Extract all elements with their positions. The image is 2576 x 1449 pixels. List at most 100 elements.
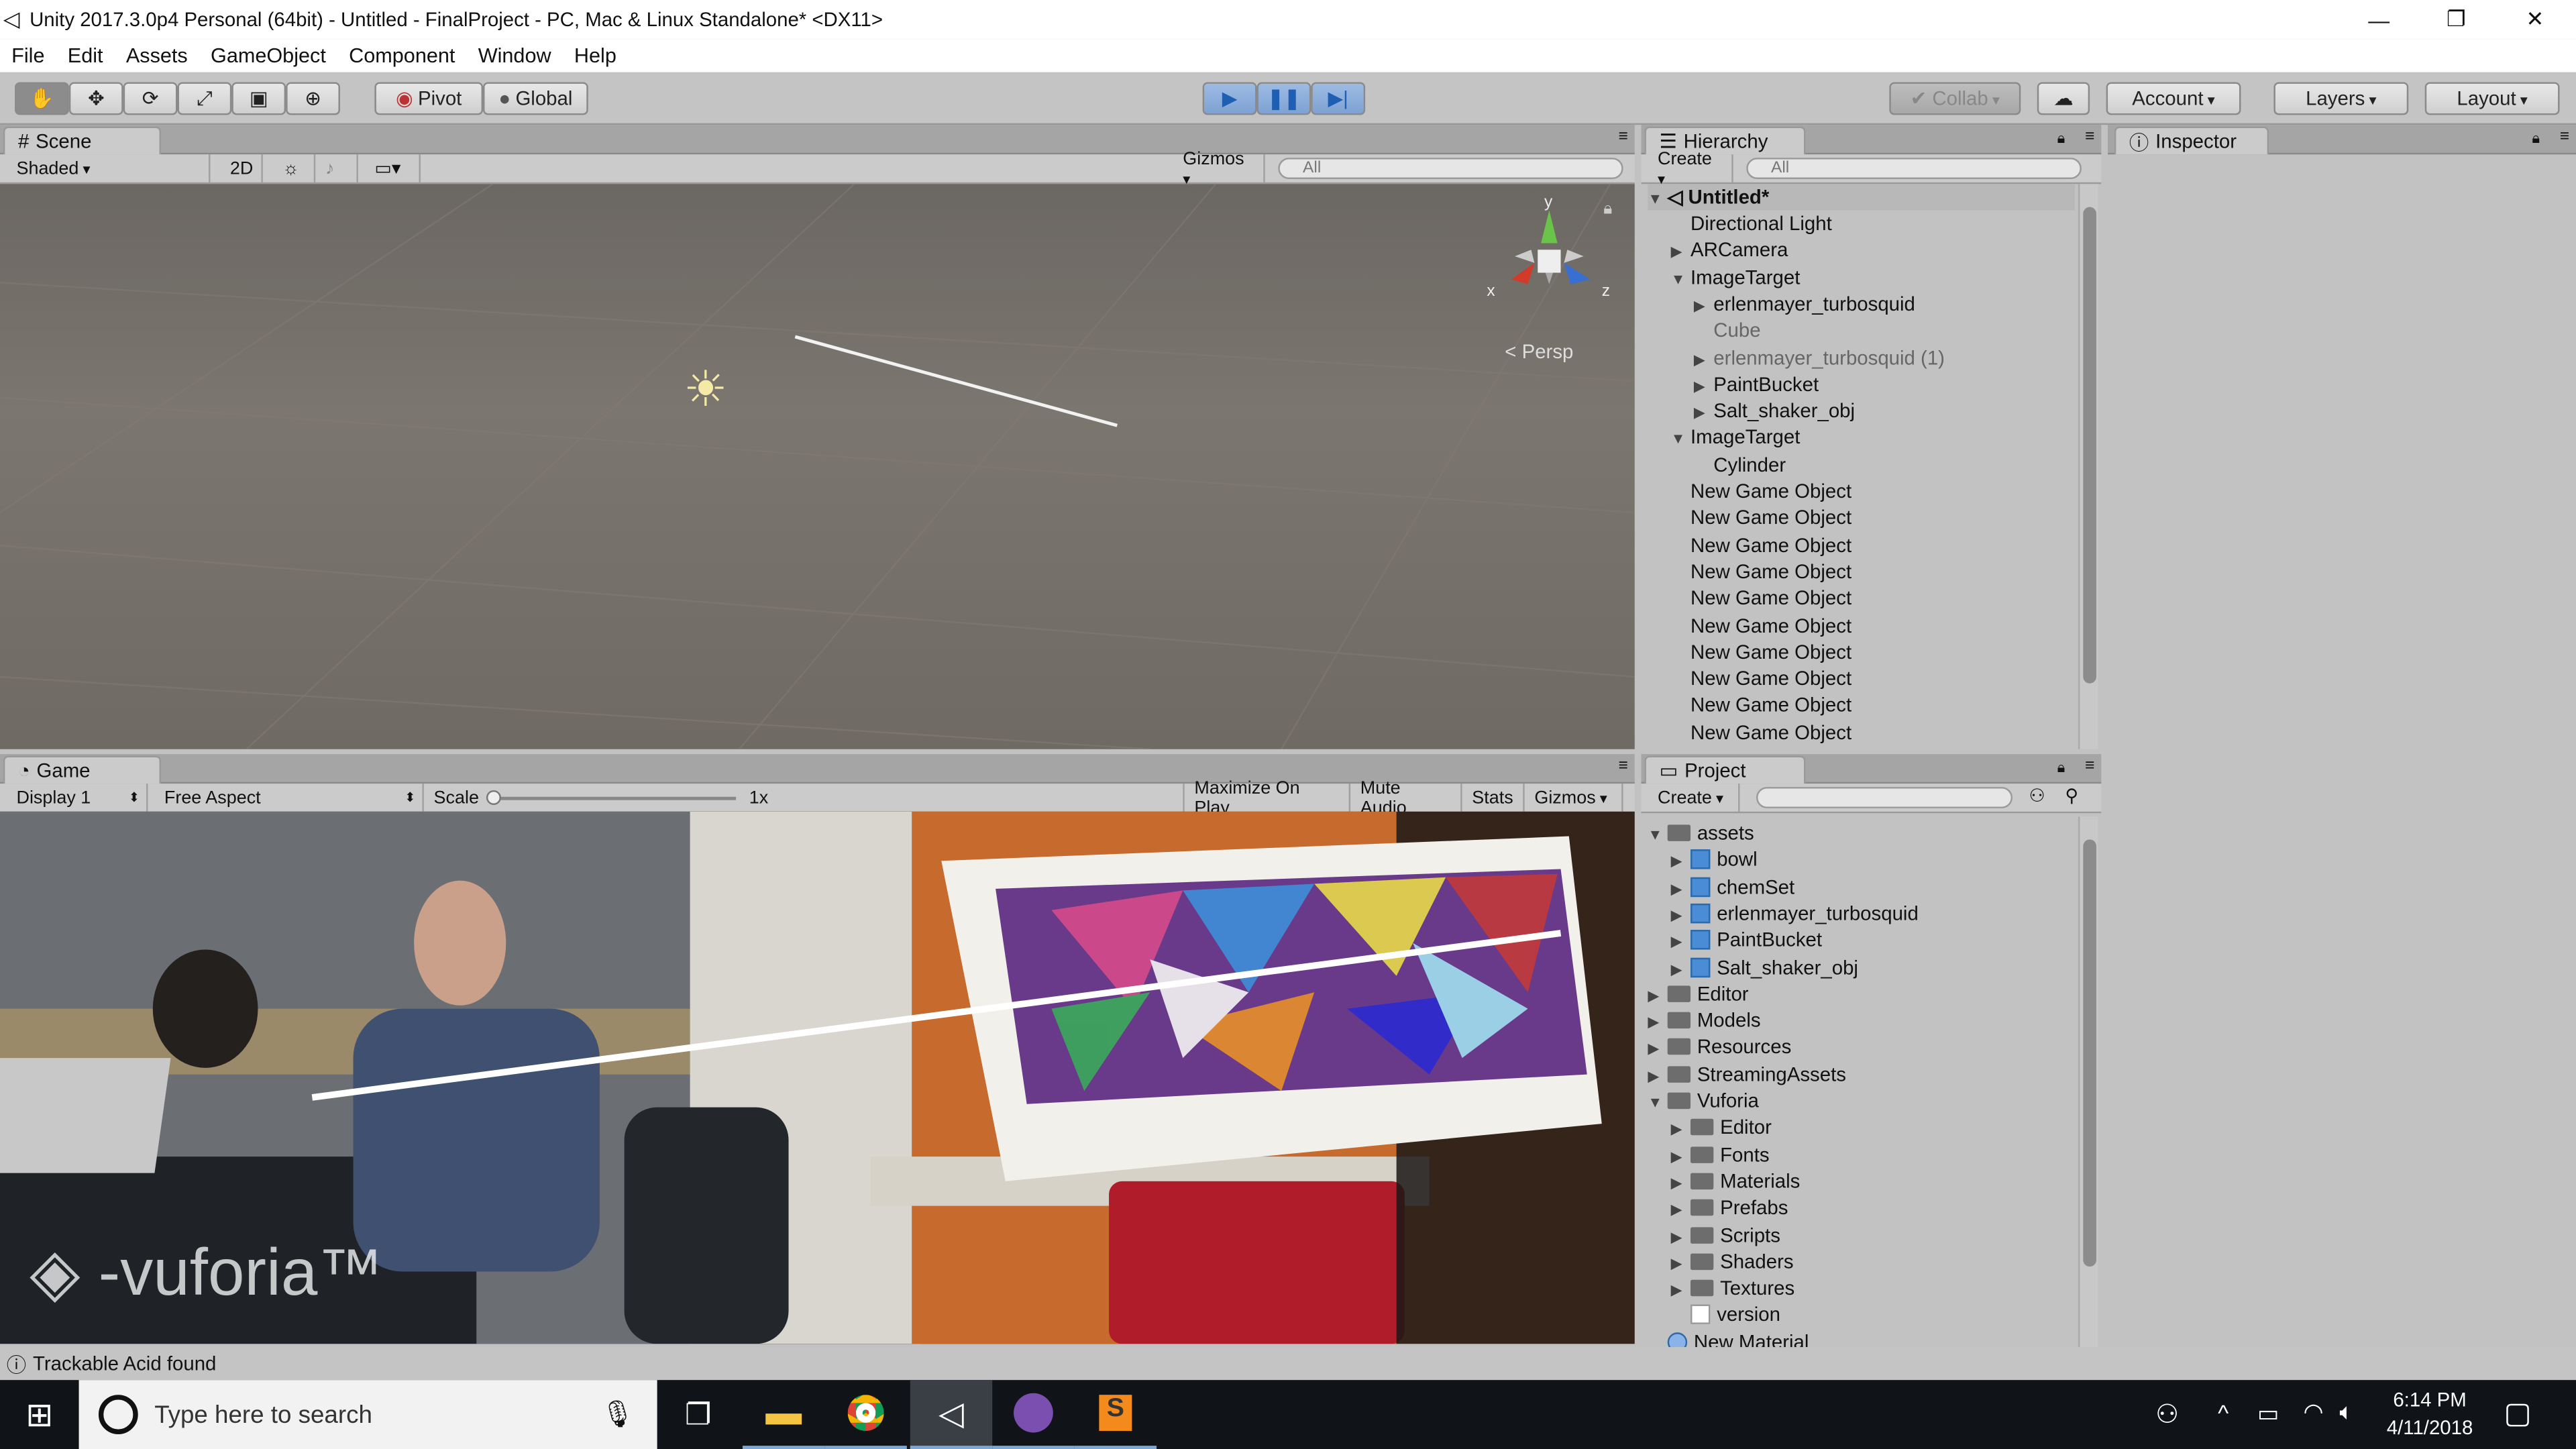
scale-slider[interactable]: Scale 1x	[424, 784, 769, 812]
expand-arrow-icon[interactable]: ▶	[1671, 848, 1690, 874]
taskbar-search-box[interactable]: Type here to search 🎙︎	[78, 1380, 657, 1449]
menu-edit[interactable]: Edit	[56, 44, 115, 67]
shading-mode-dropdown[interactable]: Shaded	[7, 154, 211, 182]
expand-arrow-icon[interactable]: ▶	[1671, 1143, 1690, 1169]
hierarchy-item[interactable]: ▼ ImageTarget	[1671, 425, 1801, 451]
expand-arrow-icon[interactable]: ▶	[1671, 1169, 1690, 1195]
expand-arrow-icon[interactable]: ▼	[1648, 822, 1667, 848]
filter-type-icon[interactable]: ⚇	[2029, 786, 2045, 806]
hierarchy-item[interactable]: Directional Light	[1671, 210, 1832, 236]
transform-tool-button[interactable]: ⊕	[286, 82, 340, 115]
persp-label[interactable]: < Persp	[1505, 340, 1573, 363]
restore-button[interactable]: ❐	[2418, 0, 2494, 40]
hierarchy-item[interactable]: New Game Object	[1671, 639, 1851, 665]
start-button[interactable]: ⊞	[0, 1380, 79, 1449]
github-desktop-button[interactable]	[992, 1380, 1075, 1449]
scene-search-input[interactable]: All	[1278, 158, 1623, 179]
hierarchy-item[interactable]: Cube	[1694, 317, 1760, 343]
expand-arrow-icon[interactable]: ▶	[1671, 928, 1690, 955]
directional-light-icon[interactable]: ☀	[684, 362, 728, 419]
people-icon[interactable]: ⚇	[2155, 1398, 2179, 1431]
stats-toggle[interactable]: Stats	[1462, 784, 1525, 812]
scale-thumb[interactable]	[486, 790, 501, 806]
expand-arrow-icon[interactable]: ▶	[1671, 955, 1690, 981]
audio-toggle[interactable]: ♪	[315, 154, 358, 182]
tab-inspector[interactable]: ⓘ Inspector	[2114, 126, 2269, 155]
status-message[interactable]: Trackable Acid found	[33, 1352, 216, 1375]
pause-button[interactable]: ❚❚	[1256, 82, 1311, 115]
hierarchy-scrollbar[interactable]	[2078, 184, 2098, 749]
project-item[interactable]: ▶ PaintBucket	[1671, 927, 1822, 953]
expand-arrow-icon[interactable]: ▶	[1694, 372, 1713, 398]
hierarchy-search-input[interactable]: All	[1746, 158, 2082, 179]
panel-menu-icon[interactable]: ≡	[2560, 128, 2569, 146]
layout-dropdown[interactable]: Layout	[2424, 82, 2560, 115]
tab-game[interactable]: ◔ Game	[3, 755, 162, 784]
panel-menu-icon[interactable]: ≡	[1619, 757, 1628, 775]
project-item[interactable]: New Material	[1648, 1328, 1809, 1348]
volume-icon[interactable]: 🔈︎	[2339, 1398, 2353, 1426]
project-item[interactable]: ▶ Salt_shaker_obj	[1671, 954, 1858, 980]
expand-arrow-icon[interactable]: ▼	[1648, 186, 1667, 212]
menu-gameobject[interactable]: GameObject	[199, 44, 337, 67]
project-item[interactable]: ▶ Models	[1648, 1007, 1760, 1033]
menu-component[interactable]: Component	[337, 44, 467, 67]
scale-tool-button[interactable]: ⤢	[177, 82, 232, 115]
hierarchy-item[interactable]: New Game Object	[1671, 612, 1851, 638]
lock-icon[interactable]: 🔒︎	[2057, 129, 2065, 148]
hierarchy-item[interactable]: New Game Object	[1671, 665, 1851, 692]
scene-view[interactable]: ☀ y x z 🔒︎ < Persp	[0, 184, 1635, 749]
aspect-dropdown[interactable]: Free Aspect ⬍	[154, 784, 424, 812]
expand-arrow-icon[interactable]: ▶	[1671, 902, 1690, 928]
game-gizmos-dropdown[interactable]: Gizmos	[1525, 784, 1623, 812]
hand-tool-button[interactable]: ✋	[15, 82, 69, 115]
scene-orientation-gizmo[interactable]	[1479, 194, 1618, 325]
panel-menu-icon[interactable]: ≡	[2085, 757, 2094, 775]
expand-arrow-icon[interactable]: ▶	[1671, 1116, 1690, 1142]
menu-file[interactable]: File	[0, 44, 56, 67]
mute-audio-toggle[interactable]: Mute Audio	[1350, 778, 1462, 817]
pivot-toggle[interactable]: ◉ Pivot	[374, 82, 484, 115]
hierarchy-item[interactable]: New Game Object	[1671, 531, 1851, 557]
lock-icon[interactable]: 🔒︎	[1603, 201, 1612, 219]
filter-label-icon[interactable]: ⚲	[2065, 786, 2078, 806]
display-dropdown[interactable]: Display 1 ⬍	[7, 784, 148, 812]
hierarchy-item[interactable]: ▶ Salt_shaker_obj	[1694, 398, 1855, 424]
project-item[interactable]: ▶ Editor	[1671, 1114, 1772, 1140]
global-toggle[interactable]: ● Global	[483, 82, 588, 115]
expand-arrow-icon[interactable]: ▶	[1671, 875, 1690, 901]
hierarchy-item[interactable]: New Game Object	[1671, 505, 1851, 531]
project-item[interactable]: ▶ Shaders	[1671, 1248, 1794, 1275]
hierarchy-create-dropdown[interactable]: Create	[1648, 149, 1733, 182]
2d-toggle[interactable]: 2D	[220, 154, 263, 182]
rotate-tool-button[interactable]: ⟳	[123, 82, 178, 115]
close-button[interactable]: ✕	[2497, 0, 2573, 40]
project-item[interactable]: ▶ Editor	[1648, 981, 1748, 1007]
hierarchy-item[interactable]: Cylinder	[1694, 451, 1786, 478]
project-item[interactable]: ▶ Fonts	[1671, 1141, 1770, 1167]
project-item[interactable]: ▼ assets	[1648, 820, 1754, 846]
account-dropdown[interactable]: Account	[2106, 82, 2241, 115]
menu-assets[interactable]: Assets	[115, 44, 199, 67]
lock-icon[interactable]: 🔒︎	[2057, 759, 2065, 777]
project-item[interactable]: ▶ Materials	[1671, 1168, 1801, 1194]
project-item[interactable]: ▶ chemSet	[1671, 873, 1795, 900]
expand-arrow-icon[interactable]: ▶	[1671, 1250, 1690, 1276]
project-item[interactable]: ▶ Resources	[1648, 1034, 1791, 1060]
hierarchy-item[interactable]: New Game Object	[1671, 692, 1851, 718]
tab-scene[interactable]: # Scene	[3, 126, 162, 155]
expand-arrow-icon[interactable]: ▶	[1648, 1036, 1667, 1062]
microphone-icon[interactable]: 🎙︎	[601, 1398, 635, 1431]
hierarchy-item[interactable]: New Game Object	[1671, 558, 1851, 584]
expand-arrow-icon[interactable]: ▶	[1648, 1063, 1667, 1089]
task-view-button[interactable]: ❐	[657, 1380, 739, 1449]
project-item[interactable]: ▼ Vuforia	[1648, 1087, 1758, 1114]
hierarchy-item[interactable]: New Game Object	[1671, 478, 1851, 504]
menu-window[interactable]: Window	[467, 44, 563, 67]
step-button[interactable]: ▶|	[1311, 82, 1366, 115]
expand-arrow-icon[interactable]: ▼	[1648, 1089, 1667, 1116]
expand-arrow-icon[interactable]: ▶	[1694, 292, 1713, 319]
hierarchy-item[interactable]: ▼ ImageTarget	[1671, 264, 1801, 290]
action-center-icon[interactable]: ▢	[2504, 1397, 2532, 1431]
game-view[interactable]: ◈ -vuforia™	[0, 811, 1635, 1344]
